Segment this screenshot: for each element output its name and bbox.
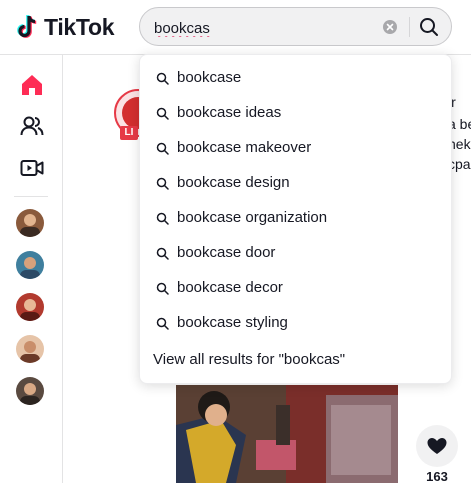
avatar-photo: [20, 257, 40, 279]
search-icon: [156, 247, 169, 260]
search-icon[interactable]: [418, 16, 440, 38]
clear-search-icon[interactable]: [382, 19, 398, 35]
suggestion-item[interactable]: bookcase door: [140, 236, 451, 271]
tiktok-logo[interactable]: TikTok: [16, 12, 115, 42]
search-suggestions-dropdown: bookcase bookcase ideas bookcase makeove…: [139, 54, 452, 384]
search-icon: [156, 107, 169, 120]
suggestion-item[interactable]: bookcase organization: [140, 201, 451, 236]
video-frame: [176, 385, 398, 483]
avatar[interactable]: [16, 209, 44, 237]
search-box[interactable]: [139, 7, 452, 46]
suggestion-item[interactable]: bookcase design: [140, 166, 451, 201]
home-icon[interactable]: [19, 72, 45, 98]
video-thumbnail[interactable]: [176, 385, 398, 483]
like-count: 163: [426, 469, 448, 484]
suggestion-label: bookcase design: [177, 174, 290, 191]
search-icon: [156, 72, 169, 85]
tiktok-wordmark: TikTok: [44, 13, 115, 40]
suggestion-label: bookcase styling: [177, 314, 288, 331]
suggestion-label: bookcase makeover: [177, 139, 312, 156]
suggestion-item[interactable]: bookcase styling: [140, 306, 451, 341]
suggestion-label: bookcase organization: [177, 209, 328, 226]
search-icon: [156, 282, 169, 295]
search-input[interactable]: [152, 17, 376, 39]
avatar[interactable]: [16, 251, 44, 279]
avatar-photo: [20, 214, 40, 237]
suggestion-label: bookcase ideas: [177, 104, 282, 121]
avatar[interactable]: [16, 335, 44, 363]
suggestion-item[interactable]: bookcase makeover: [140, 131, 451, 166]
suggestion-label: bookcase decor: [177, 279, 283, 296]
search-icon: [156, 142, 169, 155]
left-sidebar: [0, 55, 63, 483]
live-badge: LI: [120, 126, 138, 140]
like-button[interactable]: [416, 425, 458, 467]
avatar-photo: [20, 341, 40, 363]
suggestion-label: bookcase: [177, 69, 242, 86]
search-icon: [156, 317, 169, 330]
sidebar-divider: [14, 196, 48, 197]
avatar-photo: [20, 383, 40, 405]
avatar-photo: [20, 299, 40, 321]
heart-icon: [427, 438, 447, 454]
avatar[interactable]: [16, 293, 44, 321]
following-icon[interactable]: [19, 113, 45, 139]
avatar[interactable]: [16, 377, 44, 405]
live-icon[interactable]: [19, 155, 45, 181]
search-icon: [156, 212, 169, 225]
top-bar: TikTok: [0, 0, 471, 55]
tiktok-note-icon: [17, 15, 37, 38]
view-all-results-link[interactable]: View all results for "bookcas": [153, 351, 345, 368]
suggestion-item[interactable]: bookcase ideas: [140, 96, 451, 131]
suggestion-item[interactable]: bookcase decor: [140, 271, 451, 306]
suggestion-label: bookcase door: [177, 244, 276, 261]
search-divider: [409, 17, 410, 37]
search-icon: [156, 177, 169, 190]
suggestion-item[interactable]: bookcase: [140, 61, 451, 96]
